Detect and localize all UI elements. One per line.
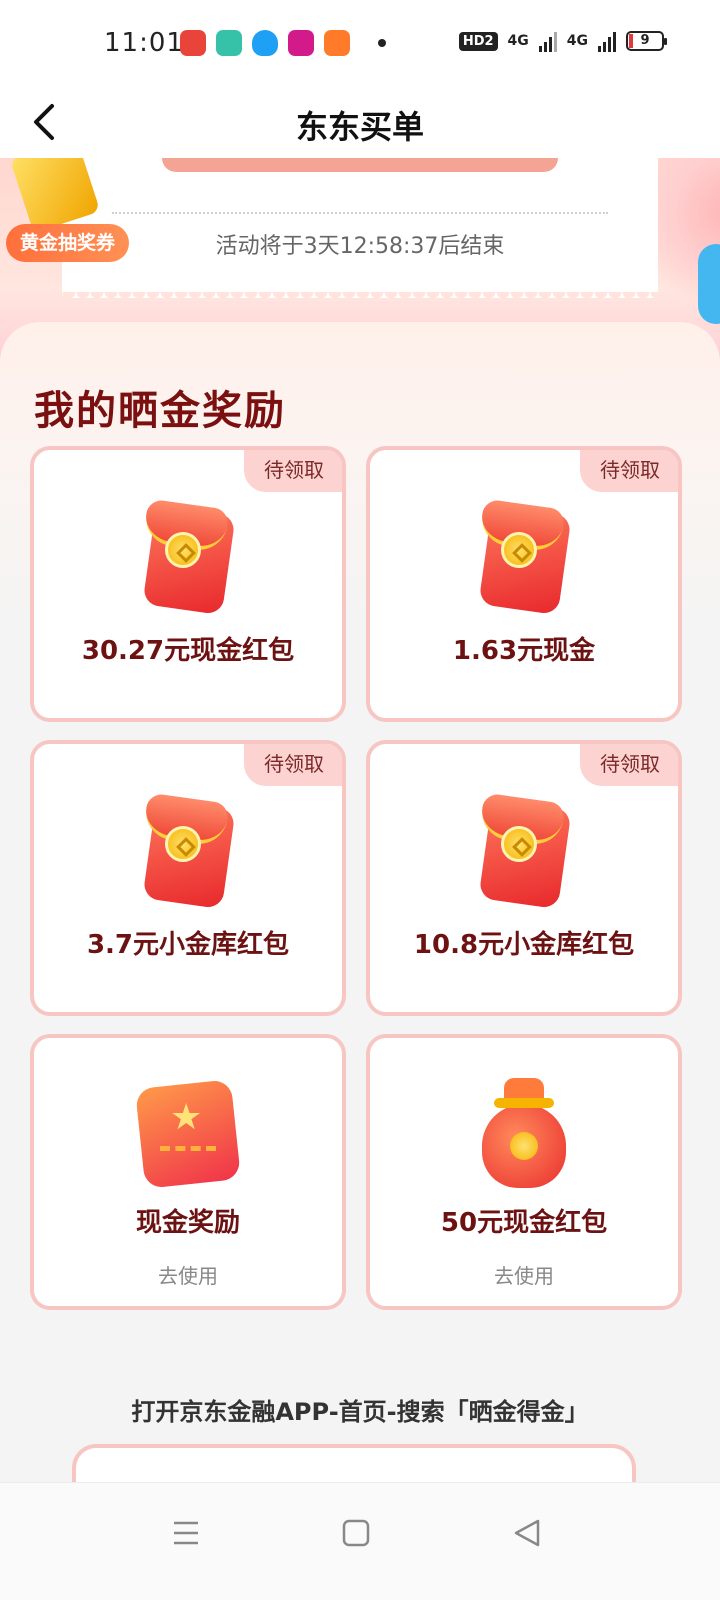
app-notification-icon [324,30,350,56]
ticket-button-edge [162,158,558,172]
reward-label: 1.63元现金 [452,636,596,666]
countdown-text: 活动将于3天12:58:37后结束 [215,234,505,259]
battery-level: 9 [640,33,650,48]
coupon-icon: ★ [135,1078,241,1189]
reward-label: 50元现金红包 [440,1208,608,1238]
reward-card[interactable]: 待领取 10.8元小金库红包 [366,740,682,1016]
signal-label: 4G [566,33,588,49]
menu-button[interactable] [166,1513,206,1553]
home-button[interactable] [336,1513,376,1553]
rewards-grid: 待领取 30.27元现金红包 待领取 1.63元现金 待领取 3.7元小金库红包… [30,446,690,1310]
signal-label: 4G [507,33,529,49]
reward-label: 现金奖励 [135,1208,240,1238]
red-packet-icon [142,498,236,616]
qq-icon [252,30,278,56]
red-packet-icon [142,792,236,910]
notification-icons [180,30,386,56]
signal-icon [598,30,616,52]
menu-icon [174,1521,198,1545]
money-bag-icon [474,1078,574,1188]
system-nav-bar [0,1482,720,1600]
rewards-section: 我的晒金奖励 待领取 30.27元现金红包 待领取 1.63元现金 待领取 3.… [0,322,720,1362]
hd-icon: HD2 [458,31,498,51]
instruction-text: 打开京东金融APP-首页-搜索「晒金得金」 [131,1398,589,1426]
divider [112,212,608,214]
page-title: 东东买单 [295,108,424,146]
red-packet-icon [478,498,572,616]
status-bar: 11:01 HD2 4G 4G 9 [0,0,720,90]
pending-badge: 待领取 [580,450,678,492]
battery-icon: 9 [626,31,667,51]
reward-label: 3.7元小金库红包 [86,930,290,960]
reward-card[interactable]: 待领取 30.27元现金红包 [30,446,346,722]
reward-label: 30.27元现金红包 [81,636,295,666]
app-notification-icon [216,30,242,56]
more-notifications-dot [378,39,386,47]
back-nav-button[interactable] [508,1513,548,1553]
pending-badge: 待领取 [244,744,342,786]
reward-card[interactable]: 50元现金红包 去使用 [366,1034,682,1310]
reward-card[interactable]: ★ 现金奖励 去使用 [30,1034,346,1310]
reward-label: 10.8元小金库红包 [413,930,635,960]
signal-icon [538,30,557,52]
app-notification-icon [288,30,314,56]
reward-card[interactable]: 待领取 3.7元小金库红包 [30,740,346,1016]
section-title: 我的晒金奖励 [34,388,286,434]
reward-card[interactable]: 待领取 1.63元现金 [366,446,682,722]
red-packet-icon [478,792,572,910]
triangle-back-icon [514,1519,540,1547]
pending-badge: 待领取 [244,450,342,492]
ticket-card: 活动将于3天12:58:37后结束 [62,158,658,306]
lottery-ticket-button[interactable]: 黄金抽奖券 [6,224,130,262]
status-indicators: HD2 4G 4G 9 [458,30,667,52]
app-notification-icon [180,30,206,56]
status-time: 11:01 [104,28,184,58]
decoration [698,244,720,324]
use-link[interactable]: 去使用 [370,1260,678,1289]
use-link[interactable]: 去使用 [34,1260,342,1289]
square-icon [342,1519,370,1547]
pending-badge: 待领取 [580,744,678,786]
header: 东东买单 [0,90,720,158]
